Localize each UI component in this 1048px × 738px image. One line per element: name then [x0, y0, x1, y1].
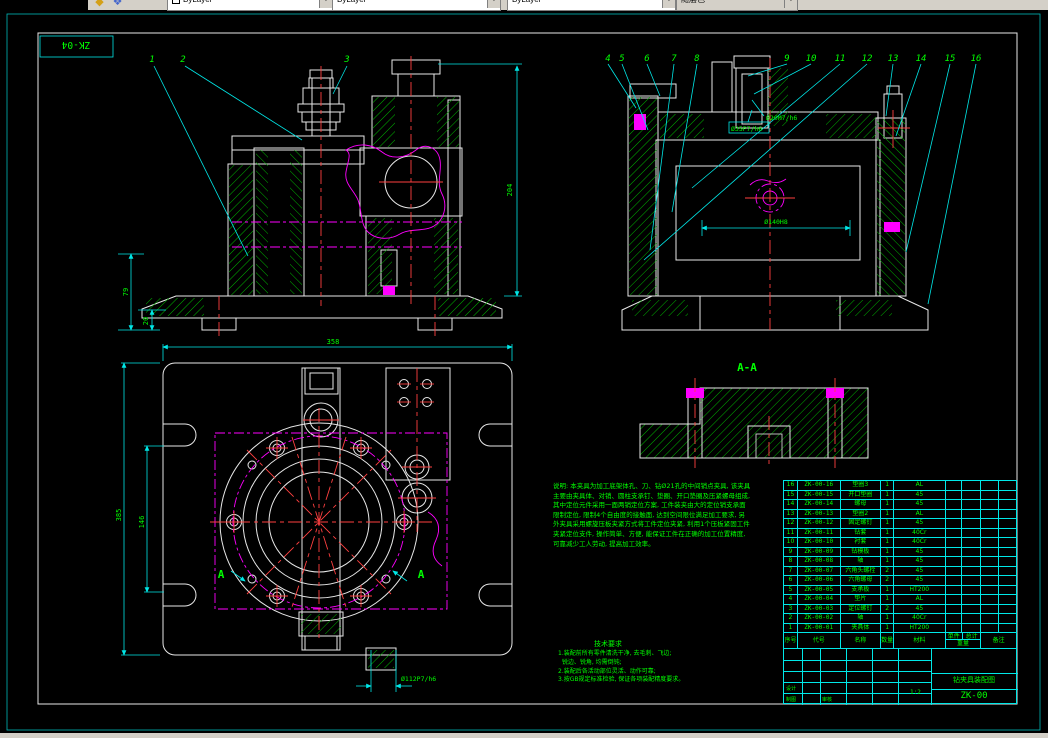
parts-list-table: 16 ZK-00-16 垫圈3 1 AL 15 ZK-00-15 开口垫圈 1 45 14 Z… — [783, 480, 1017, 649]
cad-application-window: ◆ ❖ ByLayer ▼ ByLayer ▼ ByLayer ▼ 随层色 ▼ — [0, 0, 1048, 738]
table-row: 10 ZK-00-10 衬套 1 40Cr — [784, 538, 1016, 548]
balloon-label: 15 — [945, 54, 956, 64]
table-row: 15 ZK-00-15 开口垫圈 1 45 — [784, 490, 1016, 500]
bom-rows: 16 ZK-00-16 垫圈3 1 AL 15 ZK-00-15 开口垫圈 1 45 14 Z… — [784, 481, 1016, 633]
drawing-number: ZK-00 — [960, 691, 988, 701]
checker-label: 审核 — [822, 697, 833, 703]
table-row: 13 ZK-00-13 垫圈2 1 AL — [784, 509, 1016, 519]
col-header-qty: 数量 — [881, 633, 895, 648]
fit-label: Ø20M7/h6 — [766, 114, 797, 122]
title-block: 设计 制图 审核 1:2 钻夹具装配图 ZK-00 — [783, 648, 1018, 705]
table-row: 1 ZK-00-01 夹具体 1 HT200 — [784, 623, 1016, 633]
balloon-label: 3 — [343, 55, 349, 65]
dim-label: Ø140H8 — [764, 218, 788, 226]
plan-dimensions — [121, 344, 513, 692]
balloon-label: 5 — [619, 54, 624, 64]
bom-header-row: 序号 代号 名称 数量 材料 单件 总计 重量 备注 — [784, 633, 1016, 648]
side-dimensions — [607, 63, 977, 305]
table-row: 12 ZK-00-12 固定螺钉 1 45 — [784, 519, 1016, 529]
plan-view — [121, 344, 513, 692]
balloon-label: 16 — [971, 54, 982, 64]
fit-label: Ø35P7/h6 — [731, 125, 762, 133]
col-header-material: 材料 — [894, 633, 946, 648]
col-header-name: 名称 — [841, 633, 882, 648]
dim-label: 20 — [142, 317, 150, 325]
balloon-label: 10 — [806, 54, 817, 64]
table-row: 7 ZK-00-07 六角头螺栓 2 45 — [784, 566, 1016, 576]
balloon-label: 6 — [644, 54, 649, 64]
drafter-label: 制图 — [786, 697, 797, 703]
dim-label: 79 — [122, 288, 130, 296]
balloon-label: 4 — [605, 54, 610, 64]
balloon-label: 12 — [862, 54, 873, 64]
assembly-notes: 说明: 本夹具为加工底架体孔、刀、钻Ø21孔的中间销点夹具, 该夹具 主要由夹具… — [553, 482, 751, 548]
table-row: 11 ZK-00-11 钻套 1 40Cr — [784, 528, 1016, 538]
table-row: 14 ZK-00-14 螺母 1 45 — [784, 500, 1016, 510]
balloon-label: 8 — [694, 54, 699, 64]
status-bar — [0, 733, 1048, 738]
col-header-remark: 备注 — [992, 637, 1005, 644]
scale-value: 1:2 — [910, 689, 921, 696]
balloon-label: 14 — [916, 54, 927, 64]
col-header-code: 代号 — [798, 633, 841, 648]
table-row: 9 ZK-00-09 钻模板 1 45 — [784, 547, 1016, 557]
balloon-label: 7 — [671, 54, 677, 64]
table-row: 16 ZK-00-16 垫圈3 1 AL — [784, 481, 1016, 491]
table-row: 6 ZK-00-06 六角螺母 2 45 — [784, 576, 1016, 586]
section-marker: A — [418, 568, 425, 581]
designer-label: 设计 — [786, 686, 797, 692]
front-view — [118, 56, 522, 336]
section-view — [639, 378, 869, 468]
corner-drawing-number: ZK-04 — [61, 39, 90, 50]
dim-label: 385 — [115, 509, 123, 522]
side-view — [607, 55, 977, 331]
table-row: 8 ZK-00-08 轴 1 45 — [784, 557, 1016, 567]
table-row: 2 ZK-00-02 轴 1 40Cr — [784, 614, 1016, 624]
balloon-label: 13 — [888, 54, 899, 64]
dim-label: 358 — [327, 338, 340, 346]
col-header-seq: 序号 — [784, 633, 798, 648]
table-row: 4 ZK-00-04 垫片 1 AL — [784, 595, 1016, 605]
balloon-label: 1 — [149, 55, 154, 65]
balloon-label: 2 — [180, 55, 185, 65]
dim-label: 204 — [506, 184, 514, 197]
balloon-label: 9 — [784, 54, 789, 64]
dim-label: Ø112P7/h6 — [401, 675, 436, 683]
section-title: A-A — [737, 361, 757, 374]
section-marker: A — [218, 568, 225, 581]
table-row: 5 ZK-00-05 支承板 1 HT200 — [784, 585, 1016, 595]
tech-requirements: 1.装配前所有零件清洗干净, 去毛刺、飞边; 锐边、锐角, 均需倒钝; 2.装配… — [558, 650, 685, 684]
tech-requirements-title: 技术要求 — [594, 640, 622, 648]
col-header-weight: 单件 总计 重量 — [945, 633, 982, 648]
dim-label: 146 — [138, 516, 146, 529]
balloon-label: 11 — [835, 54, 846, 64]
table-row: 3 ZK-00-03 定位螺钉 2 45 — [784, 604, 1016, 614]
drawing-title: 钻夹具装配图 — [953, 676, 995, 684]
